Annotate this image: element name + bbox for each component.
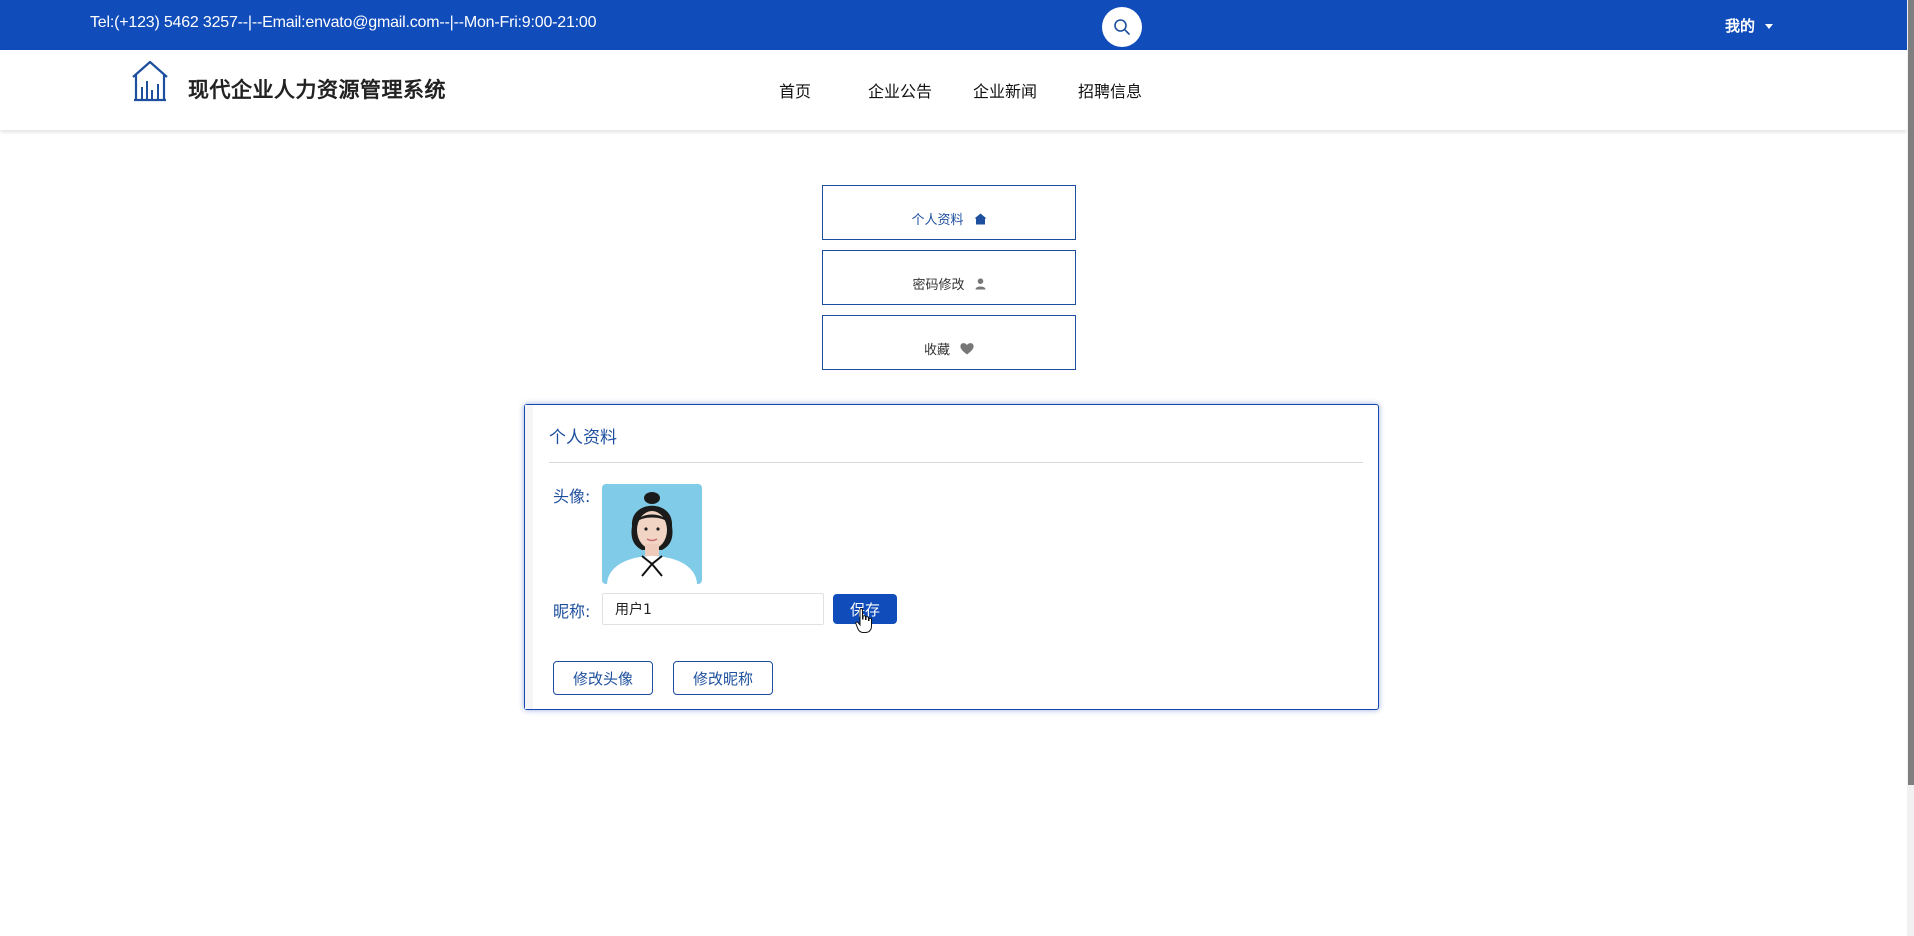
site-header: 现代企业人力资源管理系统 首页 企业公告 企业新闻 招聘信息 xyxy=(0,50,1907,130)
menu-personal-info-label: 个人资料 xyxy=(911,213,964,228)
nickname-input[interactable] xyxy=(602,593,824,625)
nav-recruitment[interactable]: 招聘信息 xyxy=(1078,78,1142,102)
profile-panel: 个人资料 头像: 昵称: 保存 修改头像 修改昵称 xyxy=(524,404,1379,710)
site-title: 现代企业人力资源管理系统 xyxy=(188,78,446,102)
avatar xyxy=(602,484,702,584)
user-icon xyxy=(975,277,985,289)
menu-favorites[interactable]: 收藏 xyxy=(822,315,1076,370)
menu-personal-info[interactable]: 个人资料 xyxy=(822,185,1076,240)
caret-down-icon xyxy=(1765,24,1774,29)
menu-favorites-label: 收藏 xyxy=(923,343,950,358)
change-nickname-button[interactable]: 修改昵称 xyxy=(673,661,773,695)
panel-divider xyxy=(549,462,1363,463)
search-button[interactable] xyxy=(1102,7,1142,47)
nav-home[interactable]: 首页 xyxy=(779,78,811,102)
hand-pointer-cursor-icon xyxy=(855,608,872,633)
nickname-label: 昵称: xyxy=(553,602,591,621)
search-icon xyxy=(1114,19,1130,35)
user-menu-label: 我的 xyxy=(1725,17,1756,35)
nav-announcements[interactable]: 企业公告 xyxy=(868,78,932,102)
panel-title: 个人资料 xyxy=(549,428,617,448)
contact-info: Tel:(+123) 5462 3257--|--Email:envato@gm… xyxy=(90,14,597,31)
menu-change-password-label: 密码修改 xyxy=(912,278,965,293)
top-info-bar: Tel:(+123) 5462 3257--|--Email:envato@gm… xyxy=(0,0,1907,50)
user-menu-dropdown[interactable]: 我的 xyxy=(1725,15,1774,36)
change-avatar-button[interactable]: 修改头像 xyxy=(553,661,653,695)
panel-left-strip xyxy=(525,405,533,709)
building-chart-logo-icon xyxy=(132,60,168,102)
scrollbar-thumb[interactable] xyxy=(1908,0,1914,785)
nav-news[interactable]: 企业新闻 xyxy=(973,78,1037,102)
avatar-label: 头像: xyxy=(553,487,591,506)
home-icon xyxy=(974,213,986,224)
menu-change-password[interactable]: 密码修改 xyxy=(822,250,1076,305)
heart-icon xyxy=(960,343,974,355)
